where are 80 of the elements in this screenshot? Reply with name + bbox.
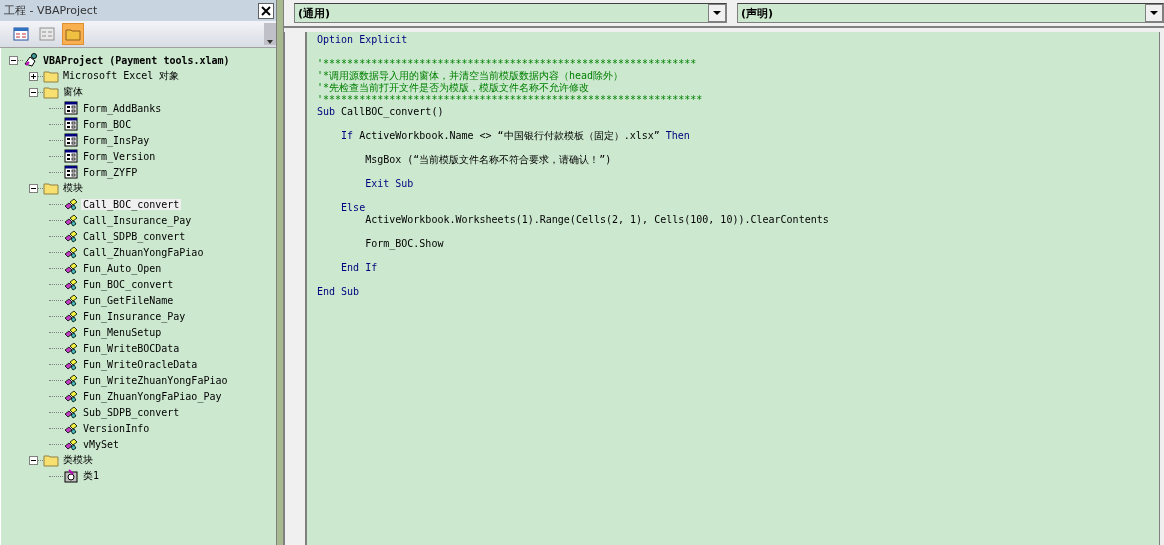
module-icon [63,212,79,228]
module-icon [63,420,79,436]
tree-item[interactable]: Form_ZYFP [81,166,140,178]
tree-item[interactable]: vMySet [81,438,122,450]
procedure-dropdown[interactable]: (声明) [737,3,1164,23]
module-icon [63,388,79,404]
code-line: Form_BOC.Show [364,238,445,250]
code-line: End If [340,262,379,274]
collapse-toggle[interactable] [29,455,38,465]
tree-item[interactable]: Microsoft Excel 对象 [61,69,182,83]
toolbar-overflow-icon[interactable] [264,23,276,45]
module-icon [63,324,79,340]
tree-item[interactable]: Form_Version [81,150,158,162]
collapse-toggle[interactable] [9,55,18,65]
code-line: If ActiveWorkbook.Name <> “中国银行付款模板（固定）.xlsx” Then [340,130,691,142]
tree-item[interactable]: Fun_MenuSetup [81,326,164,338]
tree-item[interactable]: Call_ZhuanYongFaPiao [81,246,206,258]
code-line: Else [340,202,367,214]
module-icon [63,196,79,212]
tree-item[interactable]: Call_SDPB_convert [81,230,188,242]
module-icon [63,436,79,452]
folder-icon [43,180,59,196]
dropdown-arrow-icon[interactable] [713,10,721,16]
close-button[interactable] [258,2,274,19]
tree-item[interactable]: 类1 [81,469,102,483]
tree-item[interactable]: Fun_WriteBOCData [81,342,182,354]
code-line: '************************************************************** [317,58,698,70]
module-icon [63,244,79,260]
tree-item[interactable]: 窗体 [61,85,85,99]
folder-icon [43,452,59,468]
tree-item[interactable]: VBAProject (Payment tools.xlam) [41,54,232,66]
module-icon [63,356,79,372]
tree-item[interactable]: Form_BOC [81,118,134,130]
tree-item[interactable]: Fun_WriteZhuanYongFaPiao [81,374,230,386]
expand-toggle[interactable] [29,71,38,81]
code-line: MsgBox (“当前模版文件名称不符合要求，请确认！”) [364,154,613,166]
form-icon [63,132,79,148]
module-icon [63,372,79,388]
tree-item[interactable]: Fun_GetFileName [81,294,176,306]
collapse-toggle[interactable] [29,183,38,193]
form-icon [63,100,79,116]
tree-item[interactable]: Fun_BOC_convert [81,278,176,290]
code-line: Exit Sub [364,178,415,190]
tree-item[interactable]: Fun_Auto_Open [81,262,164,274]
tree-item[interactable]: Fun_WriteOracleData [81,358,200,370]
module-icon [63,404,79,420]
object-dropdown[interactable]: (通用) [294,3,727,23]
code-line: '*先检查当前打开文件是否为模版，模版文件名称不允许修改 [317,82,591,94]
tree-item[interactable]: 类模块 [61,453,95,467]
code-line: '*调用源数据导入用的窗体，并清空当前模版数据内容（head除外） [317,70,625,82]
tree-item[interactable]: Call_BOC_convert [81,198,182,210]
code-line: End Sub [317,286,361,298]
module-icon [63,308,79,324]
form-icon [63,116,79,132]
folder-icon [43,84,59,100]
pane-title: 工程 - VBAProject [4,3,98,18]
code-line: ActiveWorkbook.Worksheets(1).Range(Cells(2, 1), Cells(100, 10)).ClearContents [364,214,830,226]
tree-item[interactable]: VersionInfo [81,422,152,434]
class-module-icon [63,468,79,484]
project-icon [23,52,39,68]
module-icon [63,276,79,292]
code-line: Sub CallBOC_convert() [317,106,445,118]
form-icon [63,148,79,164]
module-icon [63,228,79,244]
collapse-toggle[interactable] [29,87,38,97]
tree-item[interactable]: Form_AddBanks [81,102,164,114]
module-icon [63,292,79,308]
module-icon [63,260,79,276]
tree-item[interactable]: Fun_Insurance_Pay [81,310,188,322]
tree-item[interactable]: Sub_SDPB_convert [81,406,182,418]
code-line: Option Explicit [317,34,409,46]
tree-item[interactable]: Call_Insurance_Pay [81,214,194,226]
tree-item[interactable]: 模块 [61,181,85,195]
folder-icon [43,68,59,84]
tree-item[interactable]: Form_InsPay [81,134,152,146]
dropdown-arrow-icon[interactable] [1150,10,1158,16]
module-icon [63,340,79,356]
code-line: '*************************************************************** [317,94,704,106]
form-icon [63,164,79,180]
tree-item[interactable]: Fun_ZhuanYongFaPiao_Pay [81,390,224,402]
